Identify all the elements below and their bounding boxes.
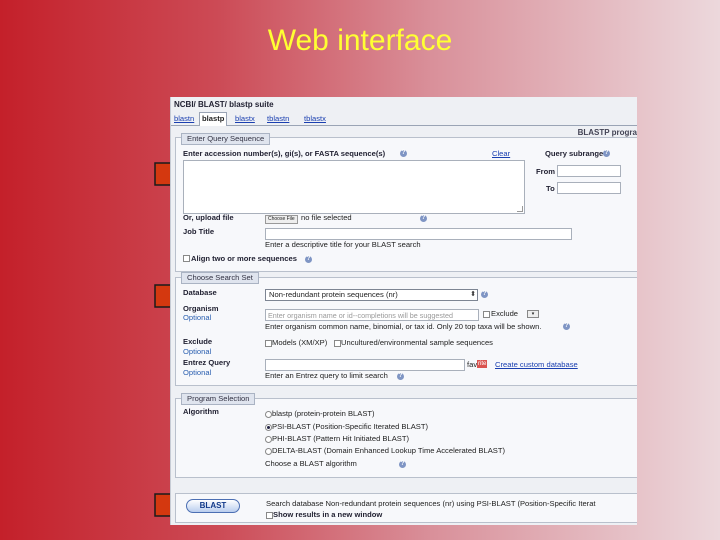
from-label: From (536, 167, 555, 176)
organism-label: Organism (183, 304, 219, 313)
align-checkbox[interactable] (183, 255, 190, 262)
organism-exclude-label: Exclude (491, 309, 519, 318)
query-sequence-textarea[interactable] (183, 160, 525, 214)
organism-optional: Optional (183, 313, 212, 322)
choose-file-button[interactable]: Choose File (265, 215, 298, 224)
organism-hint: Enter organism common name, binomial, or… (265, 322, 542, 331)
blast-screenshot: NCBI/ BLAST/ blastp suite blastn blastp … (170, 97, 637, 525)
help-icon[interactable]: ? (563, 323, 570, 330)
program-tabs: blastn blastp blastx tblastn tblastx (171, 111, 637, 126)
algorithm-label-psiblast: PSI-BLAST (Position-Specific Iterated BL… (272, 422, 429, 431)
entrez-label: Entrez Query (183, 358, 231, 367)
program-legend: Program Selection (181, 393, 256, 405)
exclude-label: Exclude (183, 337, 213, 346)
blast-button[interactable]: BLAST (186, 499, 240, 513)
slide-title: Web interface (267, 24, 453, 57)
job-title-hint: Enter a descriptive title for your BLAST… (265, 240, 421, 249)
create-custom-database-link[interactable]: Create custom database (495, 360, 578, 369)
search-set-legend: Choose Search Set (181, 272, 259, 284)
organism-input[interactable]: Enter organism name or id--completions w… (265, 309, 479, 321)
job-title-input[interactable] (265, 228, 572, 240)
job-title-label: Job Title (183, 227, 215, 236)
upload-label: Or, upload file (183, 213, 234, 222)
no-file-text: no file selected (301, 213, 352, 222)
help-icon[interactable]: ? (603, 150, 610, 157)
database-select[interactable]: Non-redundant protein sequences (nr) ⬍ (265, 289, 478, 301)
algorithm-radio-deltablast[interactable] (265, 448, 272, 455)
models-label: Models (XM/XP) (272, 338, 328, 347)
algorithm-label-deltablast: DELTA-BLAST (Domain Enhanced Lookup Time… (272, 446, 505, 455)
tab-tblastn[interactable]: tblastn (265, 113, 291, 124)
algorithm-label: Algorithm (183, 407, 219, 416)
page-heading: BLASTP progra (577, 128, 637, 137)
help-icon[interactable]: ? (420, 215, 427, 222)
clear-link[interactable]: Clear (492, 149, 510, 158)
to-label: To (546, 184, 555, 193)
favorites-text: fav (467, 360, 478, 369)
entrez-optional: Optional (183, 368, 212, 377)
uncultured-checkbox[interactable] (334, 340, 341, 347)
database-label: Database (183, 288, 217, 297)
algorithm-label-blastp: blastp (protein-protein BLAST) (272, 409, 375, 418)
algorithm-radio-phiblast[interactable] (265, 436, 272, 443)
favorites-badge[interactable]: rite (477, 360, 488, 368)
subrange-label: Query subrange (545, 149, 604, 158)
tab-blastp[interactable]: blastp (199, 112, 228, 126)
help-icon[interactable]: ? (305, 256, 312, 263)
tab-blastx[interactable]: blastx (233, 113, 257, 124)
to-input[interactable] (557, 182, 621, 194)
algorithm-label-phiblast: PHI-BLAST (Pattern Hit Initiated BLAST) (272, 434, 410, 443)
tab-tblastx[interactable]: tblastx (302, 113, 328, 124)
choose-algorithm-text: Choose a BLAST algorithm (265, 459, 357, 468)
new-window-label: Show results in a new window (273, 510, 383, 519)
accession-label: Enter accession number(s), gi(s), or FAS… (183, 149, 386, 158)
algorithm-radio-psiblast[interactable] (265, 424, 272, 431)
search-summary: Search database Non-redundant protein se… (266, 499, 596, 508)
database-value: Non-redundant protein sequences (nr) (269, 290, 398, 299)
models-checkbox[interactable] (265, 340, 272, 347)
organism-placeholder: Enter organism name or id--completions w… (268, 311, 453, 320)
entrez-query-input[interactable] (265, 359, 465, 371)
organism-exclude-checkbox[interactable] (483, 311, 490, 318)
new-window-checkbox[interactable] (266, 512, 273, 519)
submit-bar: BLAST Search database Non-redundant prot… (175, 493, 637, 523)
entrez-hint: Enter an Entrez query to limit search (265, 371, 388, 380)
help-icon[interactable]: ? (397, 373, 404, 380)
query-legend: Enter Query Sequence (181, 133, 271, 145)
align-label: Align two or more sequences (191, 254, 297, 263)
help-icon[interactable]: ? (481, 291, 488, 298)
algorithm-radio-blastp[interactable] (265, 411, 272, 418)
from-input[interactable] (557, 165, 621, 177)
uncultured-label: Uncultured/environmental sample sequence… (341, 338, 493, 347)
organism-mode-dropdown[interactable]: ▾ (527, 310, 539, 318)
help-icon[interactable]: ? (400, 150, 407, 157)
breadcrumb: NCBI/ BLAST/ blastp suite (174, 100, 274, 109)
exclude-optional: Optional (183, 347, 212, 356)
help-icon[interactable]: ? (399, 461, 406, 468)
select-arrow-icon: ⬍ (470, 291, 476, 298)
tab-blastn[interactable]: blastn (172, 113, 196, 124)
